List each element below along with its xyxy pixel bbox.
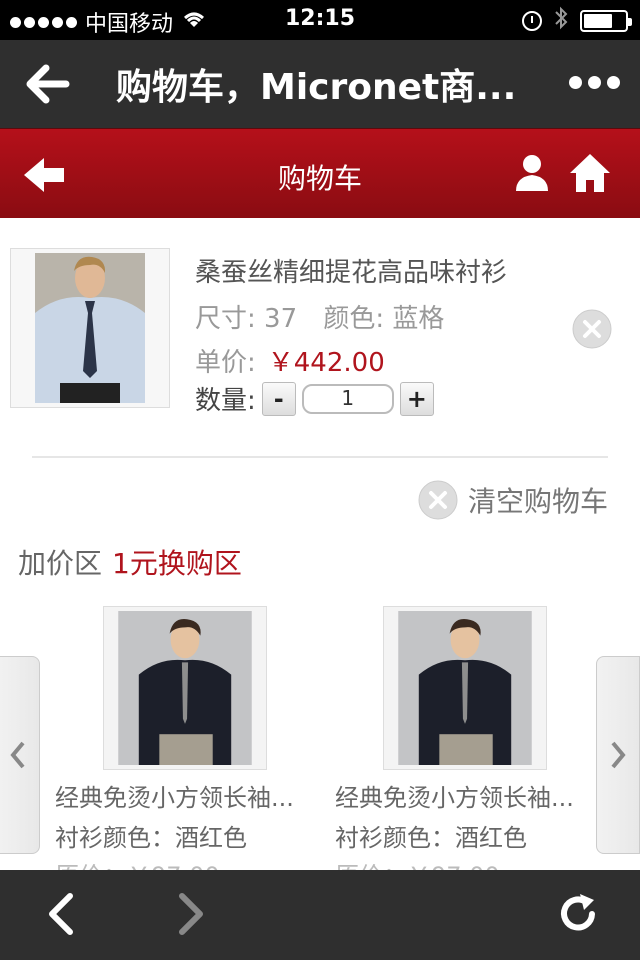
addon-section-title: 加价区 1元换购区 [18, 542, 242, 582]
color-value: 蓝格 [392, 304, 445, 334]
addon-product-name: 经典免烫小方领长袖... [55, 784, 294, 812]
cart-item-spec: 尺寸: 37 颜色: 蓝格 [195, 298, 444, 335]
product-photo [398, 611, 532, 765]
browser-back-icon[interactable] [40, 892, 84, 936]
back-arrow-icon[interactable] [22, 60, 72, 108]
battery-icon [580, 10, 632, 32]
quantity-input[interactable]: 1 [301, 383, 394, 414]
more-options-icon[interactable] [569, 76, 620, 89]
addon-product-image[interactable] [103, 606, 267, 770]
browser-toolbar [0, 870, 640, 960]
status-bar: 中国移动 12:15 [0, 0, 640, 40]
cart-item-image[interactable] [10, 248, 170, 408]
price-value: ￥442.00 [267, 348, 385, 378]
addon-label: 加价区 [18, 547, 103, 580]
carousel-next-button[interactable] [596, 656, 640, 854]
browser-title-bar: 购物车，Micronet商... [0, 40, 640, 128]
product-photo [35, 253, 145, 403]
home-icon[interactable] [568, 151, 612, 195]
browser-title: 购物车，Micronet商... [116, 67, 517, 108]
chevron-left-icon [10, 741, 25, 769]
color-label: 颜色: [323, 304, 385, 334]
status-icons [522, 6, 632, 36]
user-icon[interactable] [514, 153, 550, 193]
page-header: 购物车 [0, 128, 640, 218]
quantity-label: 数量: [195, 386, 256, 416]
addon-product-name: 经典免烫小方领长袖... [335, 784, 574, 812]
cart-item-price-row: 单价: ￥442.00 [195, 342, 385, 379]
size-label: 尺寸: [195, 304, 256, 334]
clear-cart-button[interactable]: 清空购物车 [418, 480, 608, 520]
bluetooth-icon [554, 6, 568, 36]
divider [32, 456, 608, 458]
clear-cart-icon [418, 480, 458, 520]
size-value: 37 [264, 304, 298, 334]
addon-product-color: 衬衫颜色：酒红色 [335, 824, 527, 852]
chevron-right-icon [611, 741, 626, 769]
remove-item-icon[interactable] [572, 309, 612, 349]
addon-highlight: 1元换购区 [112, 547, 242, 580]
cart-item-name[interactable]: 桑蚕丝精细提花高品味衬衫 [195, 252, 507, 289]
price-label: 单价: [195, 348, 256, 378]
alarm-icon [522, 11, 542, 31]
product-photo [118, 611, 252, 765]
carousel-prev-button[interactable] [0, 656, 40, 854]
quantity-row: 数量: - 1 + [195, 380, 434, 417]
addon-product-image[interactable] [383, 606, 547, 770]
quantity-decrease-button[interactable]: - [261, 381, 296, 416]
quantity-increase-button[interactable]: + [399, 381, 434, 416]
clear-cart-label: 清空购物车 [468, 485, 609, 518]
browser-forward-icon[interactable] [168, 892, 212, 936]
refresh-icon[interactable] [556, 892, 600, 936]
addon-product-color: 衬衫颜色：酒红色 [55, 824, 247, 852]
